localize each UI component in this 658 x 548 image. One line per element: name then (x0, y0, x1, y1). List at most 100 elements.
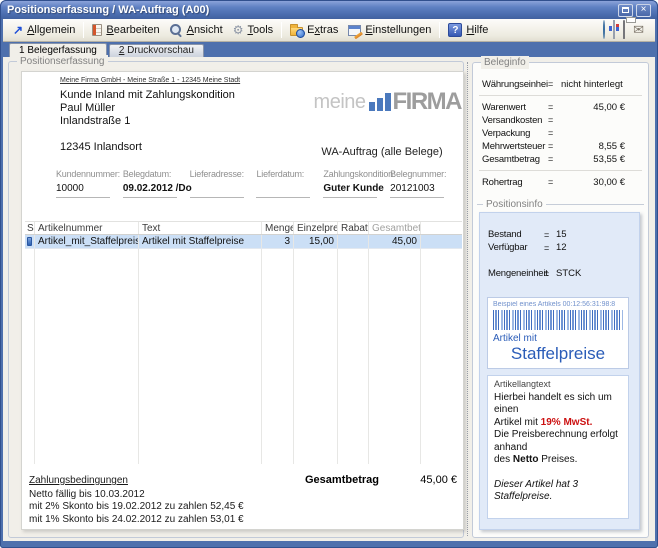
col-header-gesamtbetrag[interactable]: Gesamtbetrag (369, 222, 421, 234)
positionserfassung-group: Positionserfassung Meine Firma GmbH - Me… (8, 61, 464, 538)
langtext-line: Die Preisberechnung erfolgt anhand (494, 429, 622, 454)
field-underline (56, 197, 110, 198)
menu-item-einstellungen[interactable]: Einstellungen (343, 22, 436, 38)
gear-icon: ⚙ (233, 24, 244, 36)
toolbar-separator (281, 22, 282, 38)
menu-item-allgemein[interactable]: ↗ Allgemein (8, 22, 80, 38)
folder-icon (290, 27, 303, 36)
barcode-caption: Beispiel eines Artikels 00:12:56:31:98:8 (493, 301, 623, 308)
payment-terms-line: mit 2% Skonto bis 19.02.2012 zu zahlen 5… (29, 501, 244, 514)
col-header-rabatt[interactable]: Rabatt. (338, 222, 369, 234)
close-window-button[interactable]: × (636, 4, 651, 17)
menu-item-label: Allgemein (27, 24, 75, 36)
logo-word-firma: FIRMA (393, 92, 461, 112)
mail-button[interactable]: ✉ (633, 21, 644, 39)
langtext-line: Hierbei handelt es sich um einen (494, 392, 622, 417)
equals-sign: = (548, 141, 561, 151)
group-label: Positionserfassung (17, 55, 108, 68)
company-logo: meine FIRMA (303, 92, 461, 112)
payment-terms: Zahlungsbedingungen Netto fällig bis 10.… (29, 475, 244, 526)
info-row-rohertrag: Rohertrag=30,00 € (473, 176, 648, 188)
info-row-verpackung: Verpackung= (473, 127, 648, 139)
envelope-icon: ✉ (633, 22, 644, 37)
logo-bars-icon (369, 93, 391, 111)
col-header-s[interactable]: S (25, 222, 35, 234)
menu-item-ansicht[interactable]: Ansicht (165, 22, 228, 39)
positionsinfo-panel: Bestand=15 Verfügbar=12 Mengeneinheit=ST… (479, 212, 640, 530)
info-row-gesamtbetrag: Gesamtbetrag=53,55 € (473, 153, 648, 165)
field-zahlungskondition[interactable]: Zahlungskondition: Guter Kunde (323, 169, 390, 198)
payment-terms-heading: Zahlungsbedingungen (29, 475, 244, 488)
edit-notebook-icon (92, 24, 102, 36)
info-row-warenwert: Warenwert=45,00 € (473, 101, 648, 113)
equals-sign: = (548, 154, 561, 164)
web-button[interactable] (603, 21, 605, 39)
beleginfo-group: Beleginfo Währungseinheit=nicht hinterle… (472, 62, 649, 538)
cell-gesamtbetrag: 45,00 (369, 235, 421, 248)
info-row-versandkosten: Versandkosten= (473, 114, 648, 126)
position-status-icon (27, 237, 32, 246)
positionsinfo-group: Positionsinfo Bestand=15 Verfügbar=12 Me… (477, 199, 644, 530)
info-row-mehrwertsteuer: Mehrwertsteuer=8,55 € (473, 140, 648, 152)
menu-item-bearbeiten[interactable]: Bearbeiten (87, 22, 164, 38)
langtext-line: des Netto Preises. (494, 454, 622, 467)
cell-artikelnummer: Artikel_mit_Staffelpreise (35, 235, 139, 248)
langtext-line: Dieser Artikel hat 3 Staffelpreise. (494, 479, 622, 504)
langtext-line: Artikel mit 19% MwSt. (494, 417, 622, 430)
content-area: Positionserfassung Meine Firma GmbH - Me… (3, 57, 655, 541)
restore-window-button[interactable] (618, 4, 633, 17)
menu-item-label: Einstellungen (365, 24, 431, 36)
info-row-waehrungseinheit: Währungseinheit=nicht hinterlegt (473, 78, 648, 90)
barcode-icon (493, 310, 623, 330)
main-toolbar: ↗ Allgemein Bearbeiten Ansicht ⚙ Tools E… (3, 19, 655, 42)
col-header-menge[interactable]: Menge (262, 222, 294, 234)
equals-sign: = (544, 269, 556, 279)
field-kundennummer[interactable]: Kundennummer: 10000 (56, 169, 123, 198)
beleginfo-rows: Währungseinheit=nicht hinterlegt Warenwe… (473, 63, 648, 188)
menu-item-label: Bearbeiten (106, 24, 159, 36)
external-arrow-icon: ↗ (13, 25, 23, 36)
article-image: Beispiel eines Artikels 00:12:56:31:98:8… (487, 297, 629, 369)
restore-icon (622, 7, 629, 13)
cell-filler (421, 235, 462, 248)
divider (479, 170, 642, 171)
equals-sign: = (544, 230, 556, 240)
field-lieferadresse[interactable]: Lieferadresse: (190, 169, 257, 198)
menu-item-hilfe[interactable]: ? Hilfe (443, 21, 493, 39)
table-row-selected[interactable]: Artikel_mit_Staffelpreise Artikel mit St… (25, 235, 462, 249)
print-button[interactable] (623, 21, 625, 39)
panel-divider (467, 62, 468, 536)
document-type: WA-Auftrag (alle Belege) (303, 146, 461, 158)
cell-einzelpreis: 15,00 (294, 235, 338, 248)
group-label: Positionsinfo (477, 199, 644, 210)
table-empty-grid[interactable] (25, 249, 462, 464)
positions-table: S Artikelnummer Text Menge Einzelpreis R… (25, 221, 462, 464)
col-header-text[interactable]: Text (139, 222, 262, 234)
col-header-artikelnummer[interactable]: Artikelnummer (35, 222, 139, 234)
info-row-mengeneinheit: Mengeneinheit=STCK (480, 267, 639, 280)
payment-terms-line: mit 1% Skonto bis 24.02.2012 zu zahlen 5… (29, 514, 244, 527)
cell-menge: 3 (262, 235, 294, 248)
report-button[interactable] (613, 21, 615, 39)
article-image-line2: Staffelpreise (493, 344, 623, 364)
menu-item-extras[interactable]: Extras (285, 22, 343, 38)
field-belegdatum[interactable]: Belegdatum: 09.02.2012 /Do (123, 169, 190, 198)
menu-item-label: Extras (307, 24, 338, 36)
report-icon (613, 20, 615, 39)
col-header-filler (421, 222, 462, 234)
settings-window-icon (348, 25, 361, 36)
address-city: 12345 Inlandsort (60, 141, 235, 154)
menu-item-tools[interactable]: ⚙ Tools (228, 22, 278, 38)
tab-druckvorschau[interactable]: 2 Druckvorschau (109, 44, 204, 57)
field-belegnummer[interactable]: Belegnummer: 20121003 (390, 169, 457, 198)
col-header-einzelpreis[interactable]: Einzelpreis (294, 222, 338, 234)
printer-icon (623, 20, 625, 39)
app-window: Positionserfassung / WA-Auftrag (A00) × … (0, 0, 658, 548)
address-line: Kunde Inland mit Zahlungskondition (60, 89, 235, 102)
field-lieferdatum[interactable]: Lieferdatum: (256, 169, 323, 198)
row-status-cell (25, 235, 35, 248)
artikellangtext-label: Artikellangtext (494, 378, 622, 391)
window-titlebar[interactable]: Positionserfassung / WA-Auftrag (A00) × (1, 1, 657, 19)
globe-icon (603, 20, 605, 39)
info-row-bestand: Bestand=15 (480, 228, 639, 241)
